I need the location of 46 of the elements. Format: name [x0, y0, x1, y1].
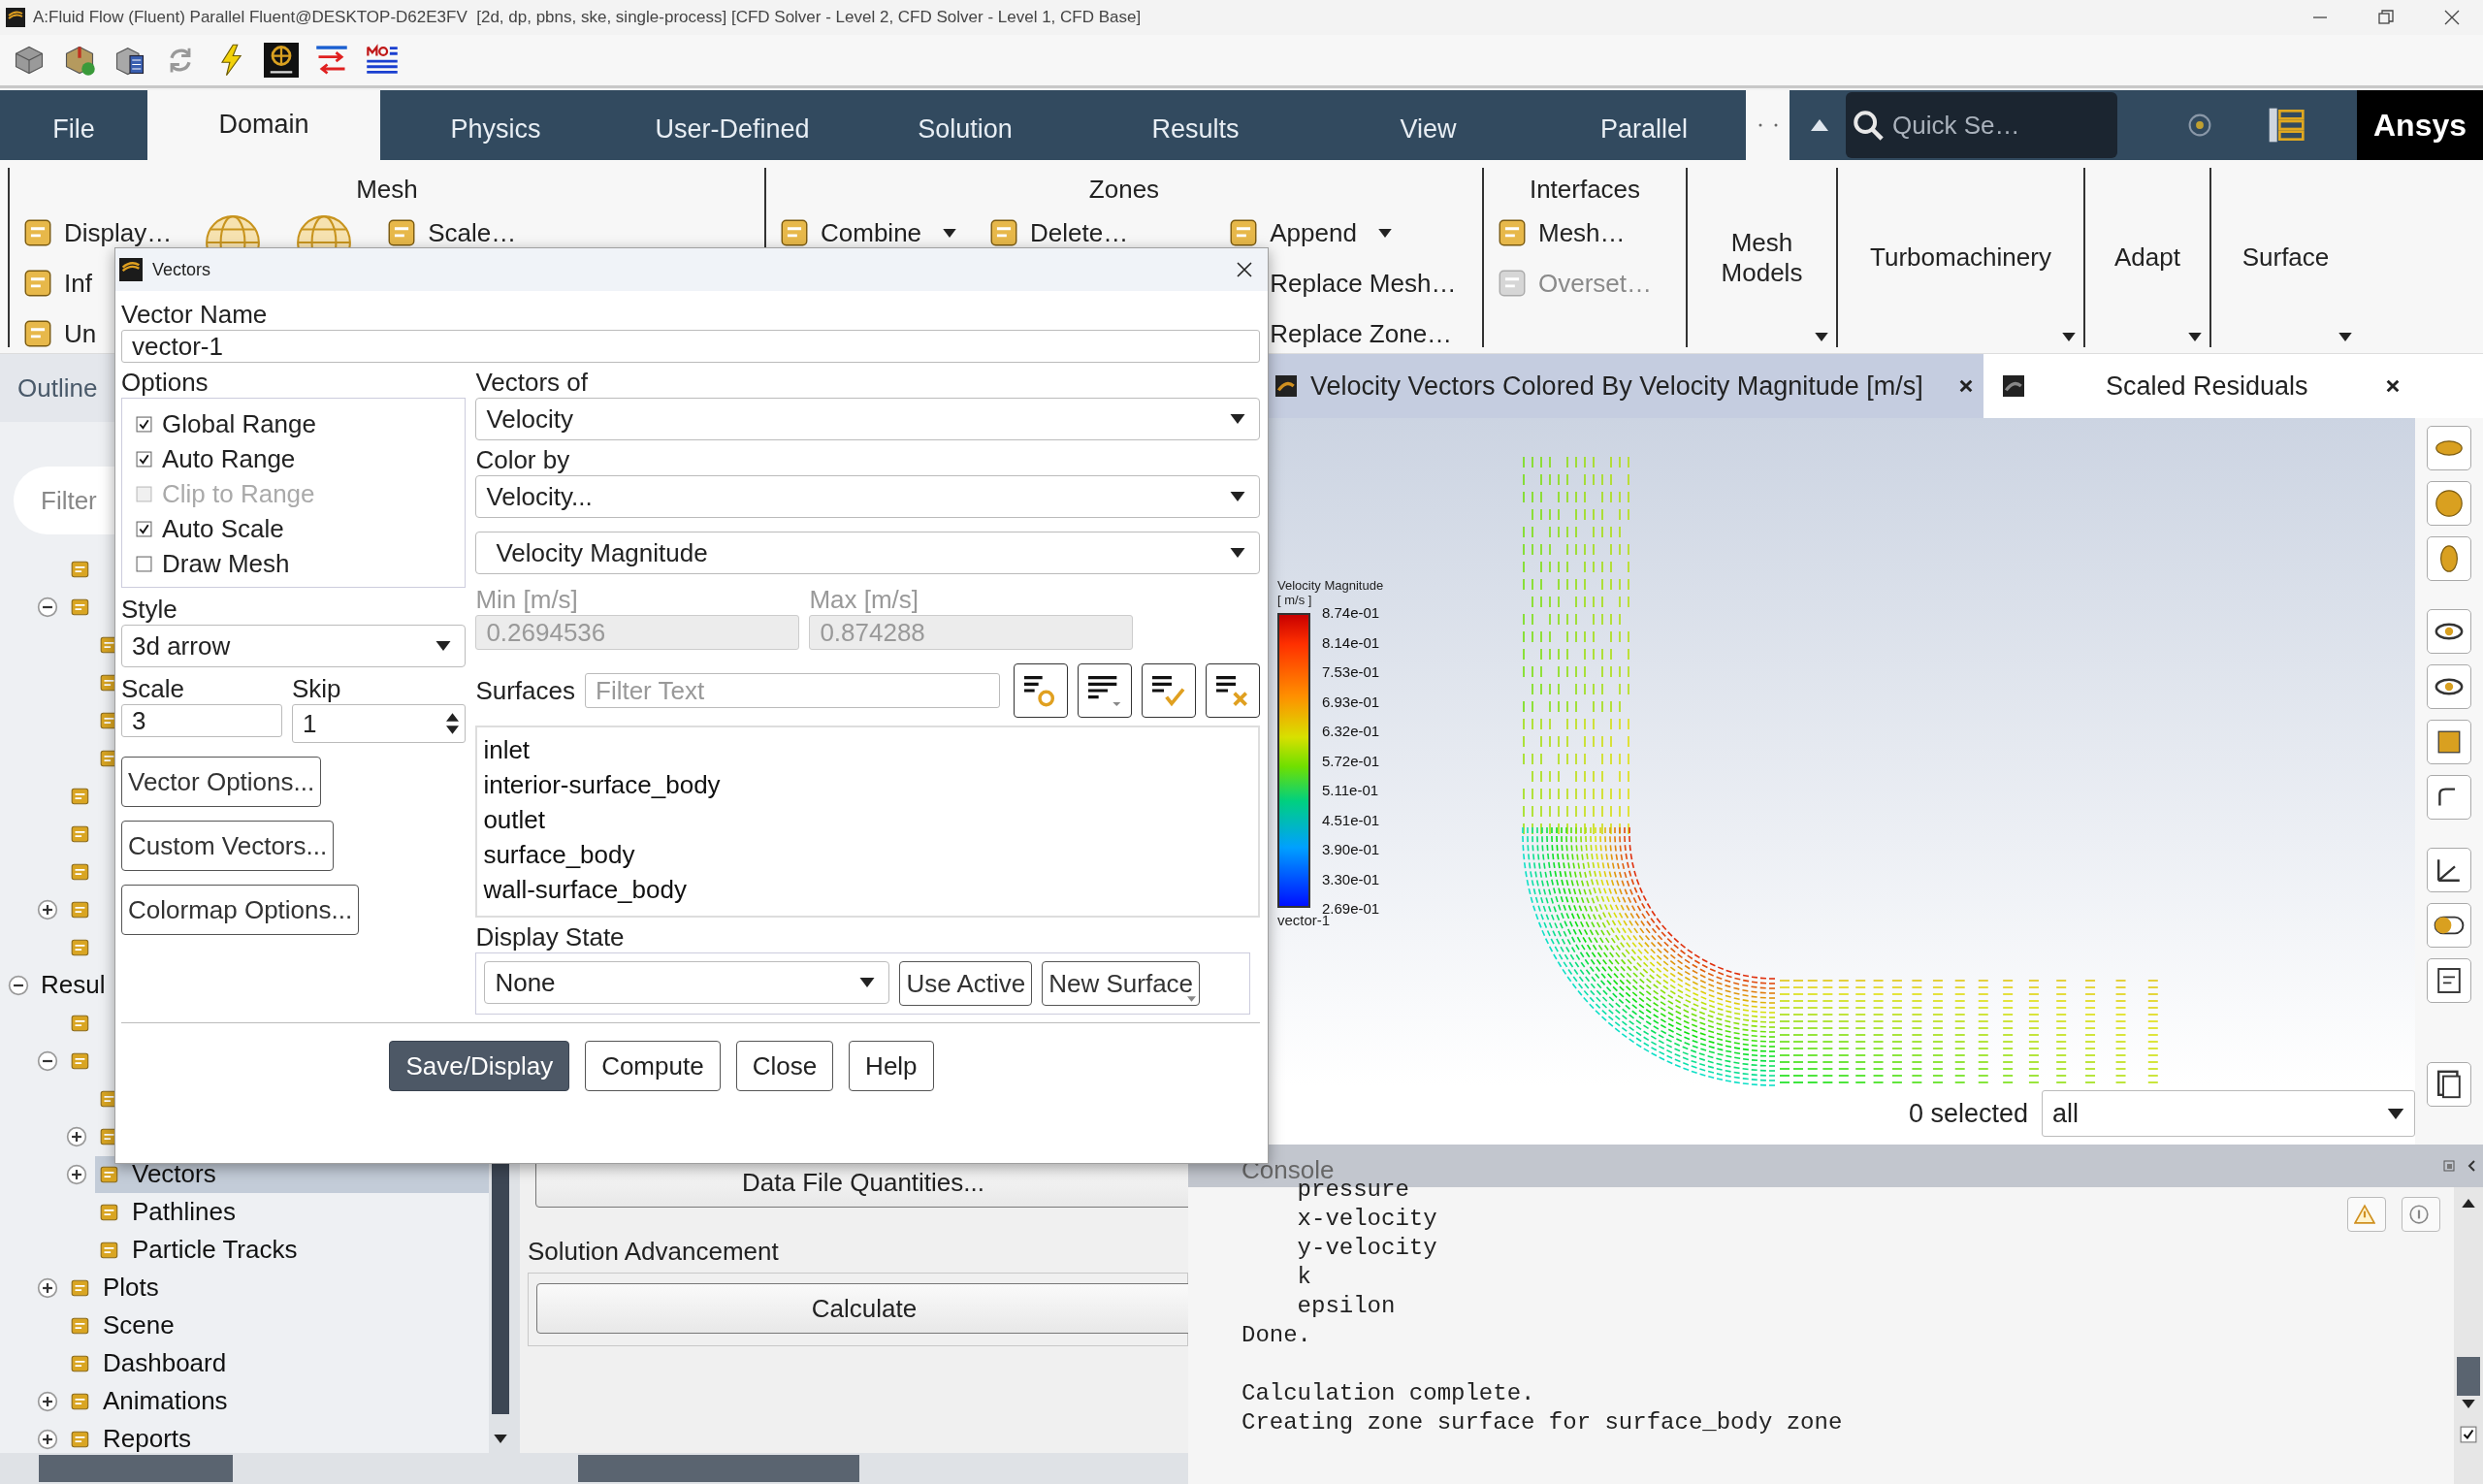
selection-count: 0 selected [1908, 1098, 2028, 1129]
legend-title: Velocity Magnitude [1277, 578, 1384, 593]
panel-title: Outline [17, 372, 98, 403]
console-line: y-velocity [1296, 1234, 1437, 1263]
legend-tick-label: 3.90e-01 [1322, 841, 1380, 857]
field-label: Vectors of [475, 367, 589, 398]
console-line: epsilon [1296, 1292, 1396, 1321]
legend-units: [ m/s ] [1277, 593, 1313, 607]
ribbon-group-title: Zones [1087, 174, 1161, 206]
legend-tick-label: 5.11e-01 [1322, 782, 1380, 798]
console-line: Calculation complete. [1242, 1379, 1535, 1408]
console-title: Console [1242, 1154, 1335, 1184]
console-line: Done. [1242, 1321, 1311, 1350]
section-title: Solution Advancement [528, 1237, 780, 1267]
legend-tick-label: 3.30e-01 [1322, 870, 1380, 887]
field-label: Vector Name [121, 299, 269, 330]
option-label: Clip to Range [162, 478, 315, 509]
field-label: Style [121, 594, 178, 625]
legend-tick-label: 6.93e-01 [1322, 693, 1380, 710]
legend-tick-label: 5.72e-01 [1322, 752, 1380, 769]
console-line: x-velocity [1296, 1205, 1437, 1234]
dialog-title: Vectors [152, 259, 211, 280]
field-label: Max [m/s] [809, 584, 920, 615]
option-label: Auto Scale [162, 513, 284, 544]
console-line: k [1296, 1263, 1311, 1292]
legend-tick-label: 8.74e-01 [1322, 604, 1380, 621]
option-label: Draw Mesh [162, 548, 290, 579]
brand-logo: Ansys [2357, 90, 2483, 160]
console-line: Creating zone surface for surface_body zone [1242, 1408, 1843, 1437]
window-title: A:Fluid Flow (Fluent) Parallel Fluent@DESKTOP-D62E3FV [2d, dp, pbns, ske, single-process] [CFD Solver - Level 2, CFD Solver - Level 1, CFD Base] [33, 8, 1142, 27]
legend-tick-label: 8.14e-01 [1322, 633, 1380, 651]
option-label: Auto Range [162, 443, 296, 474]
option-label: Global Range [162, 408, 316, 439]
field-label: Display State [475, 921, 626, 952]
field-label: Skip [292, 673, 342, 704]
legend-tick-label: 2.69e-01 [1322, 900, 1380, 917]
field-label: Color by [475, 444, 571, 475]
ribbon-group-title: Interfaces [1528, 174, 1642, 206]
field-label: Min [m/s] [475, 584, 579, 615]
legend-tick-label: 6.32e-01 [1322, 723, 1380, 739]
legend-tick-label: 4.51e-01 [1322, 811, 1380, 828]
legend-tick-label: 7.53e-01 [1322, 663, 1380, 680]
field-label: Surfaces [475, 675, 575, 706]
field-label: Scale [121, 673, 186, 704]
group-label: Options [121, 367, 210, 398]
ribbon-group-title: Mesh [355, 174, 419, 206]
